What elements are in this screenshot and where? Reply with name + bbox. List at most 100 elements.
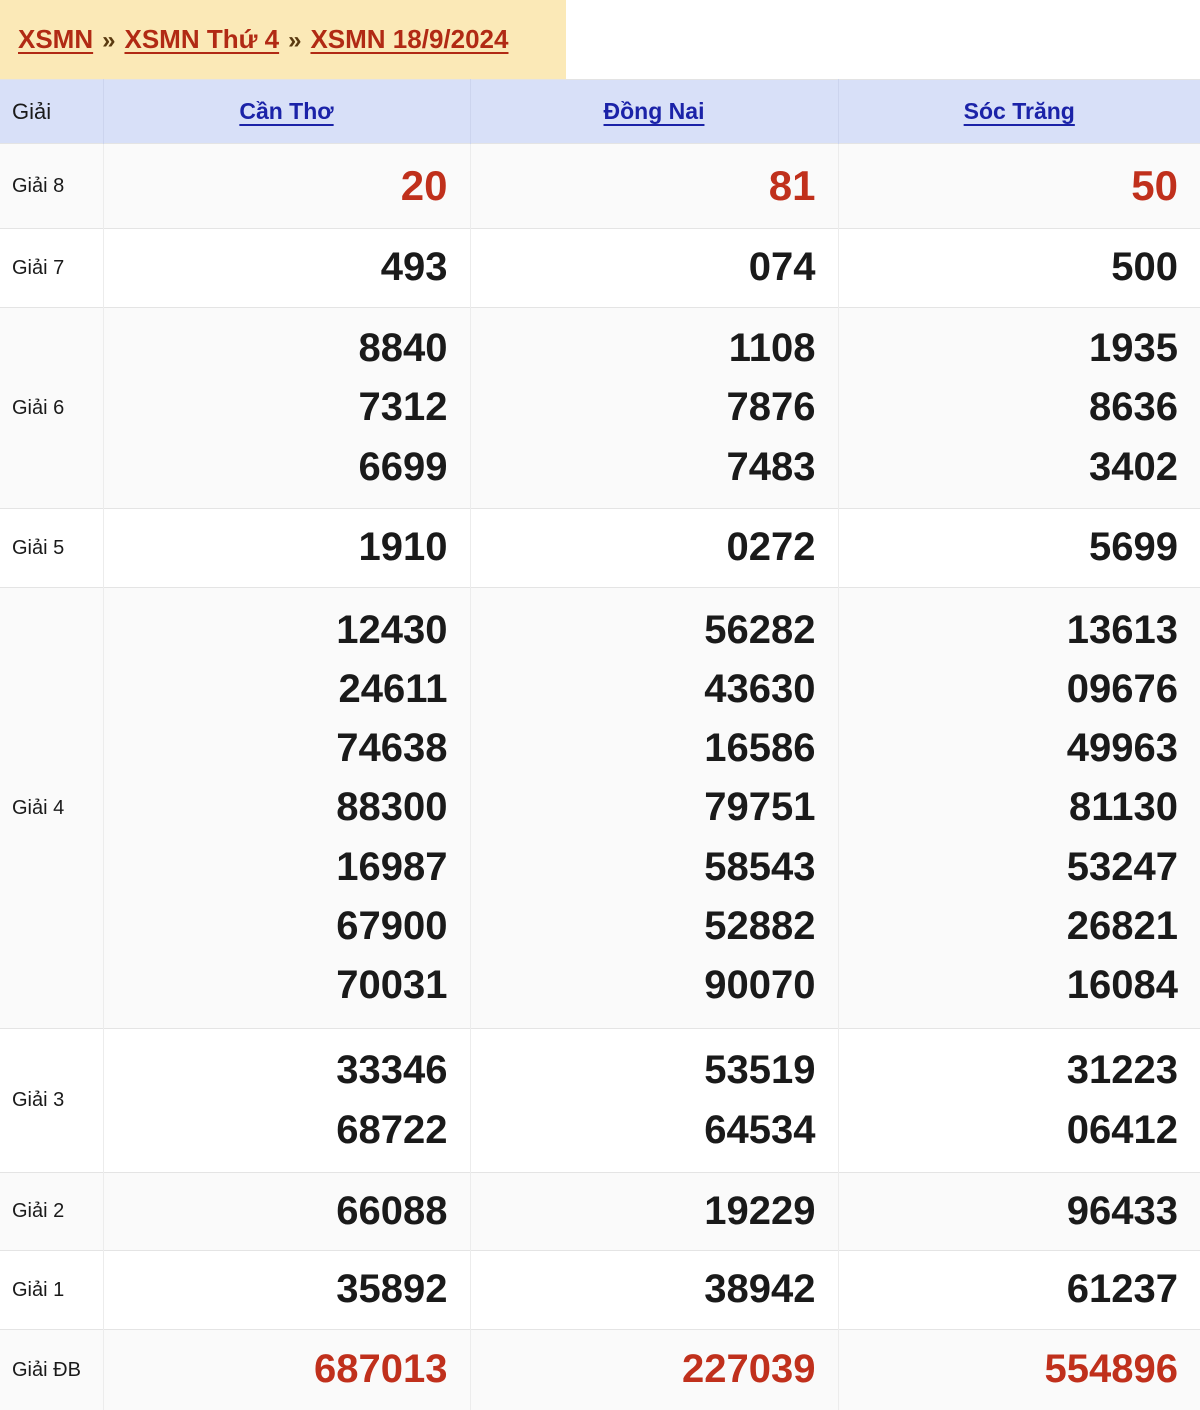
- prize-cell: 20: [103, 144, 470, 229]
- prize-label: Giải 3: [0, 1029, 103, 1173]
- prize-cell: 3334668722: [103, 1029, 470, 1173]
- prize-number: 8840: [104, 319, 448, 378]
- prize-number: 06412: [839, 1101, 1179, 1160]
- prize-number: 1108: [471, 319, 816, 378]
- province-link-soc-trang[interactable]: Sóc Trăng: [964, 98, 1075, 124]
- prize-cell: 5351964534: [470, 1029, 838, 1173]
- prize-cell: 884073126699: [103, 308, 470, 509]
- prize-number: 61237: [839, 1260, 1179, 1319]
- column-header-prize: Giải: [0, 80, 103, 144]
- prize-cell: 0272: [470, 509, 838, 588]
- prize-number: 20: [104, 155, 448, 217]
- prize-number: 3402: [839, 438, 1179, 497]
- breadcrumb: XSMN » XSMN Thứ 4 » XSMN 18/9/2024: [0, 0, 566, 79]
- breadcrumb-item-xsmn-thu-4[interactable]: XSMN Thứ 4: [124, 24, 279, 55]
- prize-number: 67900: [104, 897, 448, 956]
- prize-cell: 61237: [838, 1251, 1200, 1330]
- prize-cell: 96433: [838, 1173, 1200, 1251]
- prize-cell: 110878767483: [470, 308, 838, 509]
- prize-cell: 227039: [470, 1330, 838, 1410]
- prize-cell: 66088: [103, 1173, 470, 1251]
- prize-number: 26821: [839, 897, 1179, 956]
- prize-cell: 19229: [470, 1173, 838, 1251]
- prize-number: 74638: [104, 719, 448, 778]
- prize-cell: 687013: [103, 1330, 470, 1410]
- prize-cell: 554896: [838, 1330, 1200, 1410]
- prize-number: 16586: [471, 719, 816, 778]
- table-row: Giải 7493 074 500: [0, 229, 1200, 308]
- table-row: Giải 13589238942 61237: [0, 1251, 1200, 1330]
- prize-number: 554896: [839, 1340, 1179, 1399]
- table-row: Giải 3333466872253519645343122306412: [0, 1029, 1200, 1173]
- prize-number: 13613: [839, 601, 1179, 660]
- prize-number: 500: [839, 238, 1179, 297]
- table-row: Giải 820 81 50: [0, 144, 1200, 229]
- prize-number: 33346: [104, 1041, 448, 1100]
- column-header-province-2: Đồng Nai: [470, 80, 838, 144]
- prize-label: Giải 1: [0, 1251, 103, 1330]
- prize-number: 074: [471, 238, 816, 297]
- column-header-province-1: Cần Thơ: [103, 80, 470, 144]
- province-link-can-tho[interactable]: Cần Thơ: [239, 98, 333, 124]
- prize-number: 79751: [471, 778, 816, 837]
- prize-label: Giải 4: [0, 588, 103, 1029]
- prize-number: 1910: [104, 518, 448, 577]
- prize-cell: 38942: [470, 1251, 838, 1330]
- prize-number: 227039: [471, 1340, 816, 1399]
- breadcrumb-separator-2: »: [279, 27, 310, 55]
- column-header-province-3: Sóc Trăng: [838, 80, 1200, 144]
- prize-cell: 35892: [103, 1251, 470, 1330]
- prize-cell: 5699: [838, 509, 1200, 588]
- prize-number: 81130: [839, 778, 1179, 837]
- table-row: Giải 51910 0272 5699: [0, 509, 1200, 588]
- prize-label: Giải 6: [0, 308, 103, 509]
- breadcrumb-item-xsmn[interactable]: XSMN: [18, 24, 93, 55]
- prize-number: 53247: [839, 838, 1179, 897]
- prize-number: 68722: [104, 1101, 448, 1160]
- table-row: Giải 68840731266991108787674831935863634…: [0, 308, 1200, 509]
- prize-label: Giải 7: [0, 229, 103, 308]
- prize-number: 0272: [471, 518, 816, 577]
- prize-number: 7876: [471, 378, 816, 437]
- prize-number: 19229: [471, 1182, 816, 1241]
- prize-number: 6699: [104, 438, 448, 497]
- prize-cell: 493: [103, 229, 470, 308]
- prize-cell: 81: [470, 144, 838, 229]
- prize-cell: 500: [838, 229, 1200, 308]
- prize-number: 8636: [839, 378, 1179, 437]
- prize-label: Giải ĐB: [0, 1330, 103, 1410]
- province-link-dong-nai[interactable]: Đồng Nai: [604, 98, 705, 124]
- prize-cell: 074: [470, 229, 838, 308]
- prize-number: 7312: [104, 378, 448, 437]
- prize-cell: 3122306412: [838, 1029, 1200, 1173]
- prize-cell: 56282436301658679751585435288290070: [470, 588, 838, 1029]
- prize-number: 66088: [104, 1182, 448, 1241]
- prize-number: 96433: [839, 1182, 1179, 1241]
- prize-number: 493: [104, 238, 448, 297]
- prize-number: 64534: [471, 1101, 816, 1160]
- prize-cell: 1910: [103, 509, 470, 588]
- prize-number: 49963: [839, 719, 1179, 778]
- breadcrumb-inner: XSMN » XSMN Thứ 4 » XSMN 18/9/2024: [18, 24, 508, 55]
- prize-number: 1935: [839, 319, 1179, 378]
- prize-number: 12430: [104, 601, 448, 660]
- prize-number: 81: [471, 155, 816, 217]
- prize-number: 09676: [839, 660, 1179, 719]
- prize-number: 687013: [104, 1340, 448, 1399]
- table-header: Giải Cần Thơ Đồng Nai Sóc Trăng: [0, 80, 1200, 144]
- table-row: Giải 41243024611746388830016987679007003…: [0, 588, 1200, 1029]
- prize-label: Giải 8: [0, 144, 103, 229]
- prize-label: Giải 5: [0, 509, 103, 588]
- prize-cell: 50: [838, 144, 1200, 229]
- prize-number: 7483: [471, 438, 816, 497]
- prize-cell: 193586363402: [838, 308, 1200, 509]
- prize-number: 38942: [471, 1260, 816, 1319]
- breadcrumb-separator-1: »: [93, 27, 124, 55]
- prize-number: 5699: [839, 518, 1179, 577]
- prize-cell: 13613096764996381130532472682116084: [838, 588, 1200, 1029]
- prize-number: 31223: [839, 1041, 1179, 1100]
- prize-cell: 12430246117463888300169876790070031: [103, 588, 470, 1029]
- breadcrumb-item-xsmn-date[interactable]: XSMN 18/9/2024: [310, 24, 508, 55]
- prize-number: 50: [839, 155, 1179, 217]
- prize-number: 43630: [471, 660, 816, 719]
